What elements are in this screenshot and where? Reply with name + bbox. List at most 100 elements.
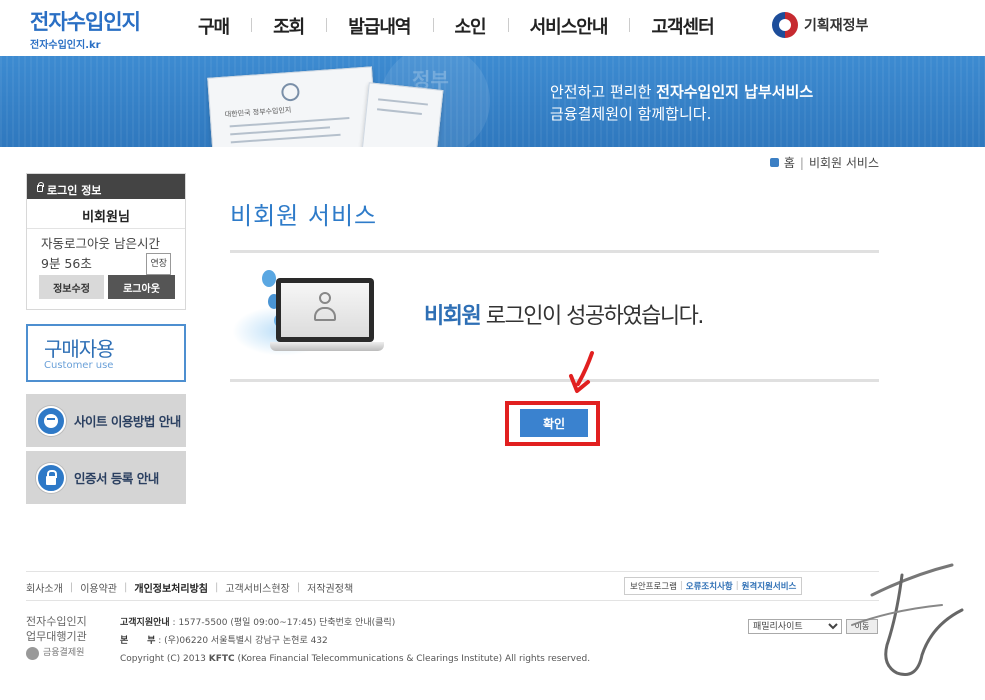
auto-logout-timer: 자동로그아웃 남은시간 9분 56초 연장: [27, 229, 185, 275]
message-rest: 로그인이 성공하였습니다.: [480, 304, 705, 329]
home-icon: [769, 158, 779, 167]
handwritten-signature: [851, 563, 964, 676]
document-line: [378, 98, 428, 106]
breadcrumb-home[interactable]: 홈: [784, 154, 795, 171]
user-icon-body: [314, 307, 336, 321]
main-nav: 구매 조회 발급내역 소인 서비스안내 고객센터: [180, 13, 736, 39]
kftc-logo: 금융결제원: [26, 646, 87, 661]
footer-link-copyright[interactable]: 저작권정책: [307, 580, 353, 595]
laptop-base: [270, 342, 384, 351]
lock-icon: [37, 182, 44, 192]
footer-org: 전자수입인지 업무대행기관 금융결제원: [26, 614, 87, 661]
banner-line-2: 금융결제원이 함께합니다.: [550, 105, 712, 123]
document-line: [230, 133, 341, 144]
nav-item-issue-history[interactable]: 발급내역: [326, 13, 432, 39]
cs-value[interactable]: : 1577-5500 (평일 09:00~17:45) 단축번호 안내(클릭): [170, 618, 396, 628]
timer-row: 9분 56초 연장: [41, 253, 185, 275]
login-info-panel: 로그인 정보 비회원님 자동로그아웃 남은시간 9분 56초 연장 정보수정 로…: [26, 173, 186, 310]
kftc-logo-text: 금융결제원: [43, 648, 85, 658]
document-line: [230, 126, 331, 136]
buyer-use-subtitle: Customer use: [44, 360, 114, 371]
hq-value: : (우)06220 서울특별시 강남구 논현로 432: [155, 636, 328, 646]
util-separator: |: [735, 581, 739, 591]
document-caption: 대한민국 정부수입인지: [224, 106, 292, 119]
kftc-logo-icon: [26, 647, 39, 660]
government-emblem-icon: [772, 12, 798, 38]
login-success-message: 비회원 로그인이 성공하였습니다.: [424, 298, 705, 330]
banner-line-1: 안전하고 편리한 전자수입인지 납부서비스: [550, 81, 813, 103]
copyright: Copyright (C) 2013 KFTC (Korea Financial…: [120, 650, 590, 668]
cs-key: 고객지원안내: [120, 618, 170, 628]
red-arrow-icon: [569, 351, 594, 393]
copyright-strong: KFTC: [208, 654, 235, 664]
lock-icon: [36, 462, 66, 493]
breadcrumb-separator: |: [799, 155, 804, 170]
footer-divider: [26, 600, 879, 601]
face-icon: [36, 405, 66, 436]
content-divider-bottom: [230, 379, 879, 382]
footer-links: 회사소개 | 이용약관 | 개인정보처리방침 | 고객서비스현장 | 저작권정책: [26, 580, 353, 595]
logo-title: 전자수입인지: [30, 10, 141, 34]
login-user-name: 비회원님: [27, 199, 185, 229]
nav-item-cancel[interactable]: 소인: [432, 13, 508, 39]
nav-item-inquiry[interactable]: 조회: [251, 13, 326, 39]
footer-link-privacy[interactable]: 개인정보처리방침: [134, 580, 208, 595]
footer-link-separator: |: [296, 582, 301, 593]
cert-register-button[interactable]: 인증서 등록 안내: [26, 451, 186, 504]
banner-line-1-strong: 전자수입인지 납부서비스: [656, 83, 814, 101]
logo-subtitle: 전자수입인지.kr: [30, 40, 101, 51]
banner-line-1-pre: 안전하고 편리한: [550, 83, 657, 101]
buyer-use-button[interactable]: 구매자용 Customer use: [26, 324, 186, 382]
logout-button[interactable]: 로그아웃: [108, 275, 175, 299]
copyright-pre: Copyright (C) 2013: [120, 654, 209, 664]
footer-link-terms[interactable]: 이용약관: [80, 580, 117, 595]
footer-link-service-charter[interactable]: 고객서비스현장: [225, 580, 289, 595]
footer-link-company[interactable]: 회사소개: [26, 580, 63, 595]
gov-logo[interactable]: 기획재정부: [772, 12, 868, 38]
nav-item-service-guide[interactable]: 서비스안내: [507, 13, 630, 39]
site-logo[interactable]: 전자수입인지 전자수입인지.kr: [30, 6, 141, 51]
footer-divider: [26, 571, 879, 572]
confirm-button[interactable]: 확인: [520, 409, 588, 437]
gov-label: 기획재정부: [804, 18, 869, 34]
org-line-2: 업무대행기관: [26, 630, 87, 643]
site-guide-button[interactable]: 사이트 이용방법 안내: [26, 394, 186, 447]
hq-key: 본 부: [120, 636, 156, 646]
page-title: 비회원 서비스: [230, 202, 378, 230]
hq-address: 본 부 : (우)06220 서울특별시 강남구 논현로 432: [120, 632, 590, 650]
util-separator: |: [679, 581, 683, 591]
document-seal-icon: [280, 82, 301, 102]
auto-logout-label: 자동로그아웃 남은시간: [41, 236, 160, 251]
footer-utility-links: 보안프로그램 | 오류조치사항 | 원격지원서비스: [624, 577, 803, 595]
customer-support-info: 고객지원안내 : 1577-5500 (평일 09:00~17:45) 단축번호…: [120, 614, 590, 632]
footer-link-separator: |: [124, 582, 128, 593]
copyright-post: (Korea Financial Telecommunications & Cl…: [234, 654, 591, 664]
nav-item-customer-center[interactable]: 고객센터: [629, 13, 735, 39]
breadcrumb-current: 비회원 서비스: [808, 156, 879, 170]
security-program-link[interactable]: 보안프로그램: [630, 580, 677, 592]
family-site-select[interactable]: 패밀리사이트: [748, 619, 842, 634]
login-heading-text: 로그인 정보: [47, 183, 102, 197]
balloon-icon: [262, 270, 276, 287]
document-line: [376, 108, 422, 115]
message-highlight: 비회원: [424, 304, 482, 329]
extend-session-button[interactable]: 연장: [146, 253, 171, 275]
laptop-screen: [276, 278, 374, 342]
user-icon: [314, 292, 336, 326]
header: 전자수입인지 전자수입인지.kr 구매 조회 발급내역 소인 서비스안내 고객센…: [0, 0, 985, 56]
remaining-time: 9분 56초: [41, 256, 92, 271]
footer-info: 고객지원안내 : 1577-5500 (평일 09:00~17:45) 단축번호…: [120, 614, 590, 668]
user-icon-head: [319, 292, 331, 304]
site-guide-label: 사이트 이용방법 안내: [74, 414, 181, 429]
org-line-1: 전자수입인지: [26, 615, 87, 628]
laptop-display: [281, 283, 369, 337]
content-divider-top: [230, 250, 879, 253]
edit-info-button[interactable]: 정보수정: [39, 275, 104, 299]
error-fix-link[interactable]: 오류조치사항: [686, 580, 733, 592]
login-actions: 정보수정 로그아웃: [39, 275, 175, 299]
remote-support-link[interactable]: 원격지원서비스: [742, 580, 797, 592]
banner-copy: 안전하고 편리한 전자수입인지 납부서비스 금융결제원이 함께합니다.: [550, 81, 813, 125]
nav-item-buy[interactable]: 구매: [180, 13, 251, 39]
login-info-heading: 로그인 정보: [27, 174, 185, 199]
document-line: [229, 117, 350, 128]
